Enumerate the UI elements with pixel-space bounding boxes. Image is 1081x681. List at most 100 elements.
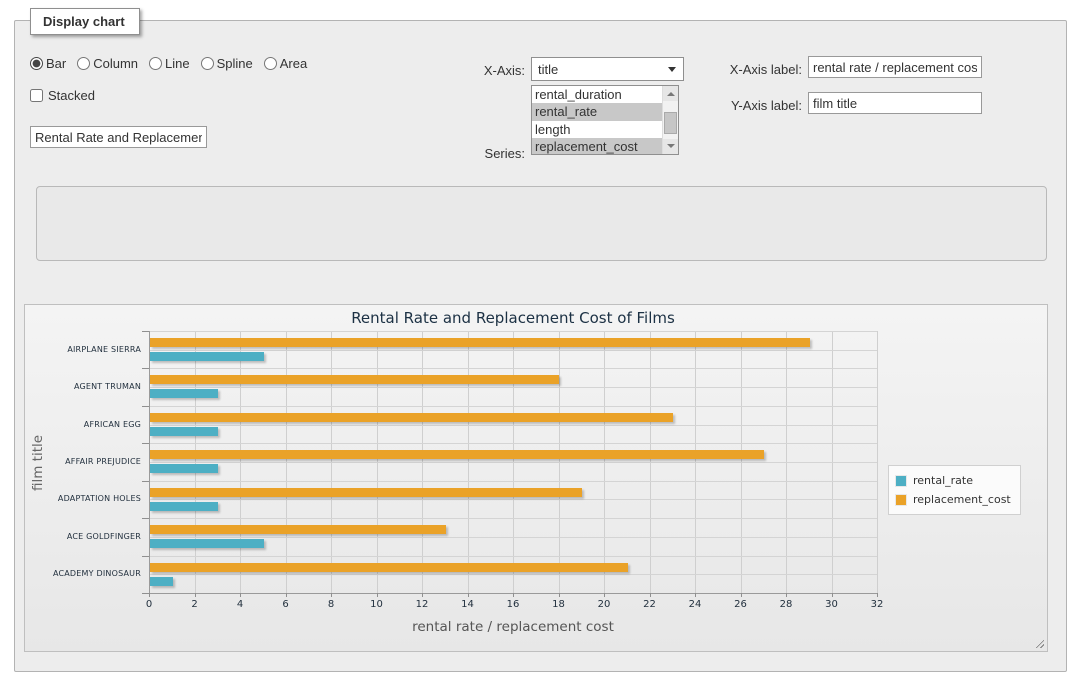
x-axis-tick <box>195 593 196 597</box>
gridline-vertical <box>877 331 878 593</box>
legend-swatch-icon <box>895 475 907 487</box>
fieldset-legend: Display chart <box>30 8 140 35</box>
y-axis-tick <box>142 406 149 407</box>
y-axis-line <box>149 331 150 593</box>
series-scrollbar[interactable] <box>662 86 678 154</box>
scrollbar-thumb[interactable] <box>664 112 677 134</box>
scroll-down-button[interactable] <box>663 139 679 154</box>
app-page: Display chart Bar Column Line Spline Area St… <box>0 0 1081 681</box>
x-axis-tick <box>377 593 378 597</box>
gridline-horizontal <box>149 556 877 557</box>
gridline-horizontal <box>149 443 877 444</box>
series-option-length[interactable]: length <box>532 121 678 138</box>
bar-rental_rate <box>150 389 218 398</box>
bar-replacement_cost <box>150 413 673 422</box>
x-axis-tick <box>741 593 742 597</box>
x-axis-tick-label: 8 <box>316 599 346 610</box>
chart-type-label: Spline <box>217 56 253 71</box>
chart-type-radio-line[interactable] <box>149 57 162 70</box>
gridline-horizontal <box>149 387 877 388</box>
bar-rental_rate <box>150 427 218 436</box>
gridline-horizontal <box>149 574 877 575</box>
bar-replacement_cost <box>150 338 810 347</box>
x-axis-tick <box>877 593 878 597</box>
x-axis-tick-label: 16 <box>498 599 528 610</box>
x-axis-select-label: X-Axis: <box>458 63 525 78</box>
y-axis-tick <box>142 481 149 482</box>
chart-type-radio-bar[interactable] <box>30 57 43 70</box>
x-axis-tick-label: 24 <box>680 599 710 610</box>
x-axis-tick <box>331 593 332 597</box>
chart-type-label: Column <box>93 56 138 71</box>
legend-item-rental_rate[interactable]: rental_rate <box>895 471 1011 490</box>
series-multiselect[interactable]: rental_durationrental_ratelengthreplacem… <box>531 85 679 155</box>
legend-item-replacement_cost[interactable]: replacement_cost <box>895 490 1011 509</box>
y-axis-title: film title <box>30 393 46 533</box>
x-axis-tick-label: 14 <box>453 599 483 610</box>
gridline-horizontal <box>149 537 877 538</box>
scroll-up-button[interactable] <box>663 86 679 101</box>
x-axis-tick <box>149 593 150 597</box>
x-axis-tick <box>832 593 833 597</box>
gridline-horizontal <box>149 425 877 426</box>
x-axis-tick <box>695 593 696 597</box>
x-axis-tick <box>604 593 605 597</box>
y-axis-tick <box>142 556 149 557</box>
chart-type-option-area[interactable]: Area <box>264 56 307 71</box>
series-option-rental_duration[interactable]: rental_duration <box>532 86 678 103</box>
x-axis-tick-label: 28 <box>771 599 801 610</box>
x-axis-label-label: X-Axis label: <box>712 62 802 77</box>
gridline-horizontal <box>149 406 877 407</box>
chart-type-radio-spline[interactable] <box>201 57 214 70</box>
series-option-rental_rate[interactable]: rental_rate <box>532 103 678 120</box>
gridline-horizontal <box>149 462 877 463</box>
chart-type-label: Area <box>280 56 307 71</box>
x-axis-tick-label: 18 <box>544 599 574 610</box>
bar-rental_rate <box>150 352 264 361</box>
y-axis-label-label: Y-Axis label: <box>712 98 802 113</box>
gridline-horizontal <box>149 368 877 369</box>
stacked-checkbox[interactable] <box>30 89 43 102</box>
gridline-horizontal <box>149 518 877 519</box>
x-axis-tick <box>240 593 241 597</box>
x-axis-tick <box>422 593 423 597</box>
x-axis-tick-label: 26 <box>726 599 756 610</box>
category-label: AGENT TRUMAN <box>27 382 141 391</box>
category-label: ACADEMY DINOSAUR <box>27 569 141 578</box>
legend-label: replacement_cost <box>913 493 1011 506</box>
chart-type-label: Line <box>165 56 190 71</box>
resize-handle-icon[interactable] <box>1033 637 1044 648</box>
chart-type-option-bar[interactable]: Bar <box>30 56 66 71</box>
bar-replacement_cost <box>150 488 582 497</box>
gridline-horizontal <box>149 350 877 351</box>
chart-type-option-spline[interactable]: Spline <box>201 56 253 71</box>
y-axis-tick <box>142 331 149 332</box>
x-axis-selected-value: title <box>538 62 558 77</box>
category-label: AIRPLANE SIERRA <box>27 345 141 354</box>
gridline-horizontal <box>149 331 877 332</box>
bar-rental_rate <box>150 577 173 586</box>
x-axis-tick <box>286 593 287 597</box>
x-axis-tick <box>559 593 560 597</box>
x-axis-tick-label: 12 <box>407 599 437 610</box>
series-option-replacement_cost[interactable]: replacement_cost <box>532 138 678 155</box>
chart-type-radio-area[interactable] <box>264 57 277 70</box>
y-axis-tick <box>142 443 149 444</box>
stacked-checkbox-row: Stacked <box>30 88 95 103</box>
y-axis-tick <box>142 368 149 369</box>
y-axis-label-input[interactable] <box>808 92 982 114</box>
x-axis-label-input[interactable] <box>808 56 982 78</box>
series-select-label: Series: <box>458 146 525 161</box>
x-axis-tick-label: 0 <box>134 599 164 610</box>
chart-type-radio-column[interactable] <box>77 57 90 70</box>
x-axis-title: rental rate / replacement cost <box>149 619 877 635</box>
stacked-label: Stacked <box>48 88 95 103</box>
chart-type-option-line[interactable]: Line <box>149 56 190 71</box>
chart-type-option-column[interactable]: Column <box>77 56 138 71</box>
bar-replacement_cost <box>150 525 446 534</box>
arrow-up-icon <box>667 92 675 96</box>
x-axis-tick-label: 2 <box>180 599 210 610</box>
x-axis-select[interactable]: title <box>531 57 684 81</box>
legend-swatch-icon <box>895 494 907 506</box>
chart-title-input[interactable] <box>30 126 207 148</box>
